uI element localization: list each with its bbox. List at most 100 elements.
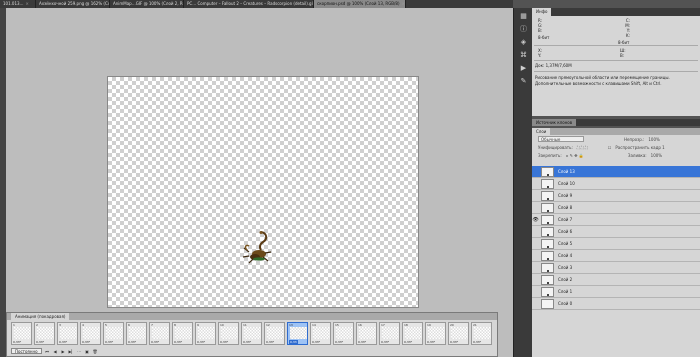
frame-delay[interactable]: 0,33*	[128, 340, 136, 344]
animation-frame[interactable]: 12 0,33*	[264, 322, 285, 345]
animation-frame[interactable]: 16 0,33*	[356, 322, 377, 345]
animation-frame[interactable]: 21 0,33*	[471, 322, 492, 345]
histogram-icon[interactable]: ▦	[518, 12, 529, 21]
next-frame-icon[interactable]: ▶▏	[69, 349, 75, 354]
animation-frame[interactable]: 11 0,33*	[241, 322, 262, 345]
layer-row[interactable]: Слой 6	[532, 226, 700, 238]
document-canvas[interactable]	[107, 76, 419, 308]
frame-delay[interactable]: 0,33*	[151, 340, 159, 344]
lock-icons[interactable]: ▫ ✎ ✥ 🔒	[566, 153, 584, 158]
document-tab[interactable]: PC… Computer – Fallout 2 – Creatures – R…	[184, 0, 314, 8]
prev-frame-icon[interactable]: ◀	[53, 349, 58, 354]
layer-name: Слой 3	[558, 265, 573, 270]
frame-delay[interactable]: 0,33*	[450, 340, 458, 344]
layer-row[interactable]: Слой 5	[532, 238, 700, 250]
document-tab[interactable]: AnimMap…GIF @ 100% (Слой 2, RGB/…×	[110, 0, 184, 8]
unify-icons[interactable]: ⛶ ⛶ ⛶	[577, 145, 588, 150]
document-workspace[interactable]	[6, 8, 513, 357]
blend-mode-select[interactable]: Обычные	[538, 136, 584, 142]
layer-thumbnail-dot	[547, 293, 549, 296]
layer-row[interactable]: Слой 1	[532, 286, 700, 298]
animation-panel: Анимация (покадровая) 1 0,33* 2 0,33* 3 0,33*…	[6, 312, 498, 357]
animation-frame[interactable]: 10 0,33*	[218, 322, 239, 345]
navigator-icon[interactable]: ◈	[518, 38, 529, 47]
propagate-checkbox[interactable]: ☐	[608, 145, 612, 150]
clone-source-tab[interactable]: Источник клонов	[532, 119, 577, 126]
layer-row[interactable]: Слой 4	[532, 250, 700, 262]
document-tab[interactable]: 101.013… ×	[0, 0, 36, 8]
delete-frame-icon[interactable]: 🗑	[93, 349, 98, 354]
clone-source-panel: Источник клонов	[532, 119, 700, 126]
frame-delay[interactable]: 0,33*	[59, 340, 67, 344]
layer-row[interactable]: Слой 2	[532, 274, 700, 286]
frame-delay[interactable]: 0,33*	[381, 340, 389, 344]
visibility-eye-icon[interactable]: 👁	[532, 217, 539, 223]
frame-delay[interactable]: 0,33*	[105, 340, 113, 344]
frame-delay[interactable]: 0,33*	[197, 340, 205, 344]
actions-icon[interactable]: ▶	[518, 64, 529, 73]
xy-readout: X: Y:	[538, 48, 542, 58]
frame-thumbnail	[474, 327, 491, 339]
frame-delay[interactable]: 0,33*	[243, 340, 251, 344]
animation-tab[interactable]: Анимация (покадровая)	[11, 313, 70, 320]
animation-frame[interactable]: 9 0,33*	[195, 322, 216, 345]
layer-row[interactable]: Слой 8	[532, 202, 700, 214]
layer-row[interactable]: Слой 10	[532, 178, 700, 190]
frame-delay[interactable]: 0,33*	[82, 340, 90, 344]
layer-row[interactable]: Слой 13	[532, 166, 700, 178]
brushes-icon[interactable]: ✎	[518, 77, 529, 86]
document-tab[interactable]: скорпион.psd @ 100% (Слой 13, RGB/8) ×	[314, 0, 406, 8]
layers-tab[interactable]: Слои	[532, 128, 551, 135]
frame-delay[interactable]: 0,33*	[174, 340, 182, 344]
animation-frame[interactable]: 5 0,33*	[103, 322, 124, 345]
animation-frame[interactable]: 3 0,33*	[57, 322, 78, 345]
layer-row[interactable]: 👁 Слой 7	[532, 214, 700, 226]
info-icon[interactable]: ⓘ	[518, 25, 529, 34]
animation-frame[interactable]: 14 0,33*	[310, 322, 331, 345]
animation-frame[interactable]: 1 0,33*	[11, 322, 32, 345]
first-frame-icon[interactable]: ⏮	[45, 349, 50, 354]
frame-delay[interactable]: 0,33*	[266, 340, 274, 344]
frame-delay[interactable]: 0,33*	[358, 340, 366, 344]
close-tab-icon[interactable]: ×	[402, 0, 405, 8]
document-tab[interactable]: Ахэйнхочной 259.png @ 162% (Слой…×	[36, 0, 110, 8]
animation-frame[interactable]: 2 0,33*	[34, 322, 55, 345]
close-tab-icon[interactable]: ×	[26, 0, 29, 8]
frame-thumbnail	[290, 327, 307, 339]
frame-thumbnail	[221, 327, 238, 339]
new-frame-icon[interactable]: ▣	[85, 349, 90, 354]
history-icon[interactable]: ⌘	[518, 51, 529, 60]
animation-frame[interactable]: 13 0,33	[287, 322, 308, 345]
animation-frame[interactable]: 4 0,33*	[80, 322, 101, 345]
animation-frame[interactable]: 7 0,33*	[149, 322, 170, 345]
animation-frame[interactable]: 15 0,33*	[333, 322, 354, 345]
animation-frame[interactable]: 18 0,33*	[402, 322, 423, 345]
layer-row[interactable]: Слой 3	[532, 262, 700, 274]
frame-delay[interactable]: 0,33*	[13, 340, 21, 344]
frame-delay[interactable]: 0,33*	[36, 340, 44, 344]
frame-delay[interactable]: 0,33*	[335, 340, 343, 344]
tween-icon[interactable]: ⋯	[77, 349, 82, 354]
frame-delay[interactable]: 0,33*	[427, 340, 435, 344]
frame-delay[interactable]: 0,33*	[473, 340, 481, 344]
layer-row[interactable]: Слой 9	[532, 190, 700, 202]
animation-frame[interactable]: 17 0,33*	[379, 322, 400, 345]
left-bits: 8-бит	[538, 35, 550, 40]
animation-frame[interactable]: 8 0,33*	[172, 322, 193, 345]
animation-frame[interactable]: 19 0,33*	[425, 322, 446, 345]
fill-value[interactable]: 100%	[651, 153, 662, 158]
frame-delay[interactable]: 0,33*	[220, 340, 228, 344]
animation-frame[interactable]: 20 0,33*	[448, 322, 469, 345]
frame-delay[interactable]: 0,33*	[404, 340, 412, 344]
frame-delay[interactable]: 0,33	[289, 340, 298, 344]
loop-select[interactable]: Постоянно	[11, 348, 42, 354]
frame-delay[interactable]: 0,33*	[312, 340, 320, 344]
play-icon[interactable]: ▶	[61, 349, 66, 354]
info-tab[interactable]: Инфо	[532, 8, 552, 16]
opacity-value[interactable]: 100%	[648, 137, 659, 142]
layer-thumbnail-dot	[547, 233, 549, 236]
layer-name: Слой 6	[558, 229, 573, 234]
info-divider	[534, 45, 698, 46]
animation-frame[interactable]: 6 0,33*	[126, 322, 147, 345]
layer-row[interactable]: Слой 0	[532, 298, 700, 310]
